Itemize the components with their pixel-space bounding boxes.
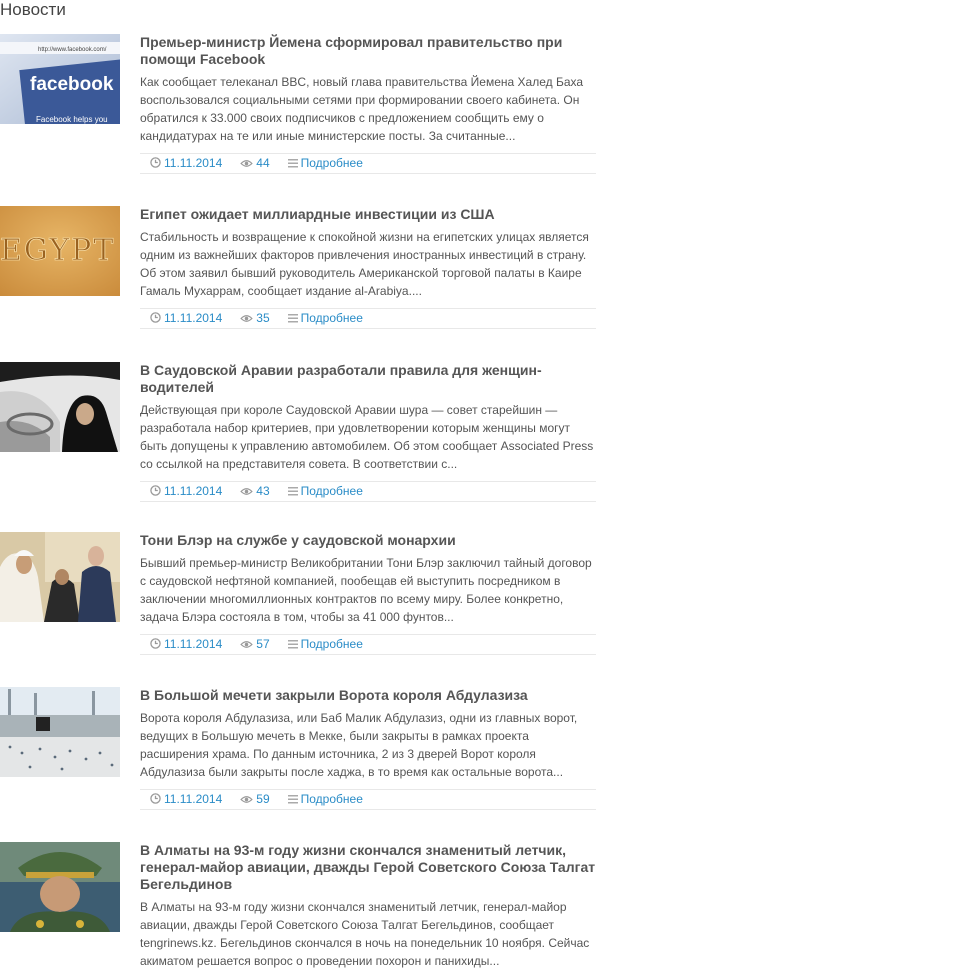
article-more: Подробнее (287, 635, 363, 654)
read-more-link[interactable]: Подробнее (301, 792, 363, 806)
article-excerpt: Как сообщает телеканал BBC, новый глава … (140, 75, 584, 143)
article-title: В Алматы на 93-м году жизни скончался зн… (140, 842, 596, 893)
article-meta: 11.11.2014 43 Подробнее (140, 481, 596, 502)
article-excerpt: Стабильность и возвращение к спокойной ж… (140, 230, 589, 298)
article-meta: 11.11.2014 59 Подробнее (140, 789, 596, 810)
clock-icon (150, 484, 164, 498)
article-excerpt: Ворота короля Абдулазиза, или Баб Малик … (140, 711, 578, 779)
article-title-link[interactable]: В Саудовской Аравии разработали правила … (140, 362, 542, 395)
eye-icon (240, 637, 256, 651)
article-title: Египет ожидает миллиардные инвестиции из… (140, 206, 596, 223)
article-thumbnail[interactable]: EGYPT (0, 206, 120, 296)
clock-icon (150, 792, 164, 806)
eye-icon (240, 792, 256, 806)
article-more: Подробнее (287, 482, 363, 501)
article-date: 11.11.2014 (150, 309, 222, 328)
article-date-link[interactable]: 11.11.2014 (164, 484, 222, 498)
thumb-logo-text: facebook (30, 74, 114, 95)
section-title: Новости (0, 0, 66, 19)
clock-icon (150, 311, 164, 325)
article-date-link[interactable]: 11.11.2014 (164, 792, 222, 806)
read-more-link[interactable]: Подробнее (301, 484, 363, 498)
article-date: 11.11.2014 (150, 635, 222, 654)
article-views: 44 (240, 154, 270, 173)
article-date-link[interactable]: 11.11.2014 (164, 156, 222, 170)
article-meta: 11.11.2014 44 Подробнее (140, 153, 596, 174)
article-title: Премьер-министр Йемена сформировал прави… (140, 34, 596, 68)
article-meta: 11.11.2014 35 Подробнее (140, 308, 596, 329)
article-views-count: 59 (256, 792, 270, 806)
article-title-link[interactable]: В Алматы на 93-м году жизни скончался зн… (140, 842, 595, 892)
article-thumbnail[interactable] (0, 687, 120, 777)
article-date-link[interactable]: 11.11.2014 (164, 637, 222, 651)
eye-icon (240, 311, 256, 325)
read-more-link[interactable]: Подробнее (301, 311, 363, 325)
article-views-count: 35 (256, 311, 270, 325)
read-more-link[interactable]: Подробнее (301, 156, 363, 170)
article-date: 11.11.2014 (150, 154, 222, 173)
article-meta: 11.11.2014 57 Подробнее (140, 634, 596, 655)
article-content: Египет ожидает миллиардные инвестиции из… (140, 206, 596, 329)
article-content: Тони Блэр на службе у саудовской монархи… (140, 532, 596, 655)
article-thumbnail[interactable]: http://www.facebook.com/facebook Facebook… (0, 34, 120, 124)
article-excerpt: Действующая при короле Саудовской Аравии… (140, 403, 594, 471)
thumb-url: http://www.facebook.com/ (38, 47, 107, 53)
article-date: 11.11.2014 (150, 790, 222, 809)
list-icon (287, 484, 301, 498)
list-icon (287, 311, 301, 325)
article-thumbnail[interactable] (0, 532, 120, 622)
article-title-link[interactable]: Египет ожидает миллиардные инвестиции из… (140, 206, 495, 222)
article-excerpt: Бывший премьер-министр Великобритании То… (140, 556, 592, 624)
article-views-count: 43 (256, 484, 270, 498)
article-views: 35 (240, 309, 270, 328)
article-views: 43 (240, 482, 270, 501)
eye-icon (240, 484, 256, 498)
article-date: 11.11.2014 (150, 482, 222, 501)
article-date-link[interactable]: 11.11.2014 (164, 311, 222, 325)
article-title: В Саудовской Аравии разработали правила … (140, 362, 596, 396)
article-views-count: 44 (256, 156, 270, 170)
read-more-link[interactable]: Подробнее (301, 637, 363, 651)
article-content: В Саудовской Аравии разработали правила … (140, 362, 596, 502)
article-title: Тони Блэр на службе у саудовской монархи… (140, 532, 596, 549)
article-more: Подробнее (287, 309, 363, 328)
article-title-link[interactable]: Премьер-министр Йемена сформировал прави… (140, 34, 562, 67)
eye-icon (240, 156, 256, 170)
article-content: В Алматы на 93-м году жизни скончался зн… (140, 842, 596, 970)
article-views-count: 57 (256, 637, 270, 651)
article-content: Премьер-министр Йемена сформировал прави… (140, 34, 596, 174)
list-icon (287, 792, 301, 806)
article-views: 57 (240, 635, 270, 654)
article-more: Подробнее (287, 154, 363, 173)
article-excerpt: В Алматы на 93-м году жизни скончался зн… (140, 900, 590, 968)
clock-icon (150, 156, 164, 170)
article-title: В Большой мечети закрыли Ворота короля А… (140, 687, 596, 704)
article-views: 59 (240, 790, 270, 809)
list-icon (287, 156, 301, 170)
article-title-link[interactable]: Тони Блэр на службе у саудовской монархи… (140, 532, 456, 548)
article-thumbnail[interactable] (0, 362, 120, 452)
clock-icon (150, 637, 164, 651)
list-icon (287, 637, 301, 651)
thumb-sand-text: EGYPT (0, 233, 115, 268)
article-title-link[interactable]: В Большой мечети закрыли Ворота короля А… (140, 687, 528, 703)
article-thumbnail[interactable] (0, 842, 120, 932)
thumb-caption: Facebook helps you (36, 115, 108, 124)
article-content: В Большой мечети закрыли Ворота короля А… (140, 687, 596, 810)
article-more: Подробнее (287, 790, 363, 809)
